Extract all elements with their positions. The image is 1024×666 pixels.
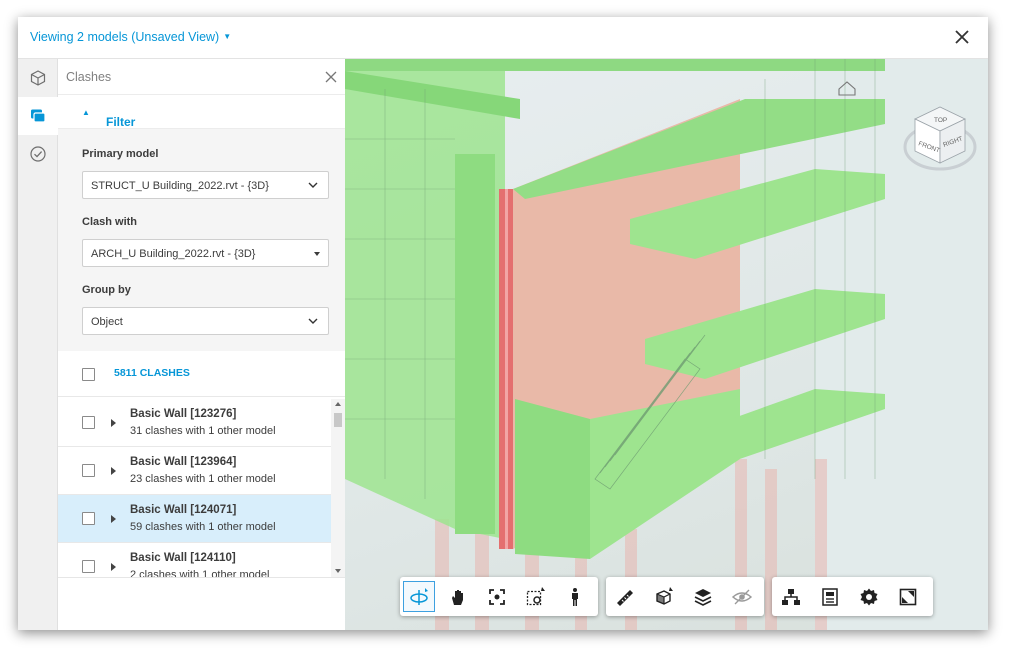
orbit-icon <box>410 587 428 605</box>
item-subtitle: 23 clashes with 1 other model <box>130 473 276 485</box>
rail-clashes-button[interactable] <box>18 97 58 135</box>
building-model-render[interactable]: TOP FRONT RIGHT <box>345 59 988 630</box>
view-selector[interactable]: Viewing 2 models (Unsaved View) ▼ <box>30 30 231 44</box>
list-item[interactable]: Basic Wall [123964] 23 clashes with 1 ot… <box>58 447 331 495</box>
expand-arrow-icon[interactable] <box>111 467 116 475</box>
filter-area: Primary model STRUCT_U Building_2022.rvt… <box>58 129 345 351</box>
scroll-thumb[interactable] <box>334 413 342 427</box>
tools-toolbar <box>606 577 764 616</box>
triangle-down-icon <box>314 252 320 256</box>
view-title: Viewing 2 models (Unsaved View) <box>30 30 220 44</box>
navigation-toolbar <box>400 577 598 616</box>
rail-issues-button[interactable] <box>18 135 58 173</box>
model-browser-icon <box>782 588 800 605</box>
zoom-window-button[interactable] <box>520 581 552 612</box>
model-viewport[interactable]: TOP FRONT RIGHT <box>345 59 988 630</box>
item-checkbox[interactable] <box>82 512 95 525</box>
viewcube-top-label: TOP <box>934 117 947 124</box>
fit-to-view-icon <box>489 588 505 605</box>
clashes-panel: Clashes Filter and group ▲ Primary model… <box>58 59 345 630</box>
viewer-header: Viewing 2 models (Unsaved View) ▼ <box>18 17 988 59</box>
item-subtitle: 59 clashes with 1 other model <box>130 521 276 533</box>
close-icon[interactable] <box>952 27 972 47</box>
select-all-checkbox[interactable] <box>82 368 95 381</box>
explode-button[interactable] <box>687 581 719 612</box>
list-item[interactable]: Basic Wall [123276] 31 clashes with 1 ot… <box>58 399 331 447</box>
caret-down-icon: ▼ <box>223 32 232 41</box>
clash-icon <box>31 109 46 123</box>
item-title: Basic Wall [123276] <box>130 408 237 420</box>
cube-icon <box>30 70 46 86</box>
settings-toolbar <box>772 577 933 616</box>
properties-icon <box>822 587 838 606</box>
measure-button[interactable] <box>609 581 641 612</box>
clash-with-value: ARCH_U Building_2022.rvt - {3D} <box>91 248 256 260</box>
orbit-button[interactable] <box>403 581 435 612</box>
item-checkbox[interactable] <box>82 416 95 429</box>
chevron-down-icon <box>308 318 318 324</box>
first-person-icon <box>572 587 578 606</box>
list-item-selected[interactable]: Basic Wall [124071] 59 clashes with 1 ot… <box>58 495 331 543</box>
primary-model-select[interactable]: STRUCT_U Building_2022.rvt - {3D} <box>82 171 329 199</box>
group-by-value: Object <box>91 316 123 328</box>
item-title: Basic Wall [124110] <box>130 552 236 564</box>
measure-icon <box>617 589 633 606</box>
section-button[interactable] <box>648 581 680 612</box>
visibility-button[interactable] <box>726 581 758 612</box>
panel-header: Clashes <box>58 59 345 95</box>
settings-button[interactable] <box>853 581 885 612</box>
close-panel-icon[interactable] <box>325 71 337 83</box>
chevron-down-icon <box>308 182 318 188</box>
properties-button[interactable] <box>814 581 846 612</box>
rail-models-button[interactable] <box>18 59 58 97</box>
clash-with-label: Clash with <box>82 216 138 228</box>
explode-icon <box>694 588 712 606</box>
expand-arrow-icon[interactable] <box>111 563 116 571</box>
clash-count: 5811 CLASHES <box>114 367 190 379</box>
settings-gear-icon <box>860 588 878 605</box>
item-subtitle: 2 clashes with 1 other model <box>130 569 270 577</box>
pan-icon <box>452 589 463 605</box>
scroll-up-icon[interactable] <box>335 402 341 406</box>
expand-arrow-icon[interactable] <box>111 419 116 427</box>
panel-title: Clashes <box>66 70 112 84</box>
section-icon <box>656 586 673 605</box>
first-person-button[interactable] <box>559 581 591 612</box>
primary-model-label: Primary model <box>82 148 159 160</box>
model-browser-button[interactable] <box>775 581 807 612</box>
filter-group-toggle[interactable]: Filter and group ▲ <box>58 95 345 157</box>
list-item[interactable]: Basic Wall [124110] 2 clashes with 1 oth… <box>58 543 331 577</box>
group-by-select[interactable]: Object <box>82 307 329 335</box>
clash-with-select[interactable]: ARCH_U Building_2022.rvt - {3D} <box>82 239 329 267</box>
pan-button[interactable] <box>442 581 474 612</box>
expand-arrow-icon[interactable] <box>111 515 116 523</box>
caret-up-icon: ▲ <box>82 108 90 117</box>
panel-footer <box>58 577 345 630</box>
item-title: Basic Wall [124071] <box>130 504 237 516</box>
scroll-down-icon[interactable] <box>335 569 341 573</box>
visibility-icon <box>731 589 753 604</box>
fullscreen-button[interactable] <box>892 581 924 612</box>
item-subtitle: 31 clashes with 1 other model <box>130 425 276 437</box>
group-by-label: Group by <box>82 284 131 296</box>
fit-view-button[interactable] <box>481 581 513 612</box>
zoom-window-icon <box>526 586 545 605</box>
item-checkbox[interactable] <box>82 464 95 477</box>
list-scrollbar[interactable] <box>331 399 345 577</box>
item-title: Basic Wall [123964] <box>130 456 237 468</box>
viewer-window: Viewing 2 models (Unsaved View) ▼ Clashe… <box>18 17 988 630</box>
fullscreen-icon <box>899 588 917 605</box>
side-rail <box>18 59 58 630</box>
clash-count-row: 5811 CLASHES <box>58 351 345 397</box>
check-circle-icon <box>30 146 46 162</box>
clash-list: Basic Wall [123276] 31 clashes with 1 ot… <box>58 399 345 577</box>
item-checkbox[interactable] <box>82 560 95 573</box>
primary-model-value: STRUCT_U Building_2022.rvt - {3D} <box>91 180 269 192</box>
